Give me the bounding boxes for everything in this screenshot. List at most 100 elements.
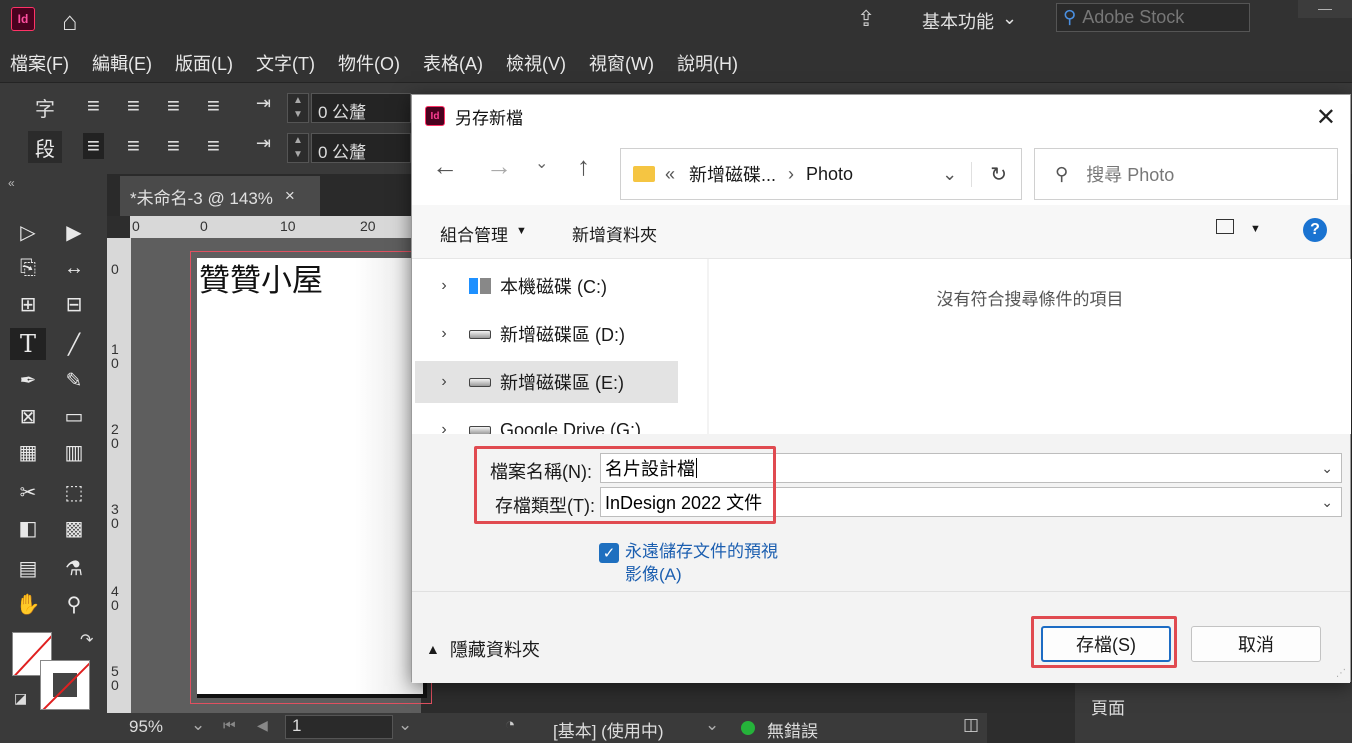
paragraph-mode-button[interactable]: 段 <box>28 131 62 163</box>
previous-page-icon[interactable]: ◀ <box>257 717 268 734</box>
workspace-switcher[interactable]: 基本功能 ⌄ <box>922 8 1017 34</box>
refresh-icon[interactable]: ↻ <box>971 161 1007 187</box>
new-folder-button[interactable]: 新增資料夾 <box>572 221 657 246</box>
filename-dropdown-icon[interactable]: ⌄ <box>1321 460 1333 477</box>
menu-help[interactable]: 說明(H) <box>667 50 751 76</box>
preflight-profile[interactable]: [基本] (使用中) <box>553 717 664 742</box>
address-current-folder[interactable]: Photo <box>806 164 853 185</box>
justify-center-icon[interactable]: ≡ <box>127 133 140 159</box>
view-options-icon[interactable] <box>1216 219 1234 234</box>
hide-folders-toggle[interactable]: ▲ 隱藏資料夾 <box>426 636 540 662</box>
expand-chevron-icon[interactable]: › <box>429 373 459 391</box>
preflight-dropdown-icon[interactable]: ⌄ <box>705 715 719 735</box>
forward-arrow-icon[interactable]: → <box>486 151 512 182</box>
align-right-icon[interactable]: ≡ <box>167 93 180 119</box>
tree-item-c-drive[interactable]: › 本機磁碟 (C:) <box>415 265 678 307</box>
line-tool-icon[interactable]: ╱ <box>56 328 92 360</box>
address-dropdown-icon[interactable]: ⌄ <box>942 164 957 185</box>
rectangle-frame-tool-icon[interactable]: ⊠ <box>10 400 46 432</box>
justify-left-icon[interactable]: ≡ <box>83 133 104 159</box>
home-icon[interactable]: ⌂ <box>62 6 78 37</box>
menu-file[interactable]: 檔案(F) <box>0 50 82 76</box>
back-arrow-icon[interactable]: ← <box>432 151 458 182</box>
justify-all-icon[interactable]: ≡ <box>207 133 220 159</box>
zoom-tool-icon[interactable]: ⚲ <box>56 588 92 620</box>
zoom-dropdown-icon[interactable]: ⌄ <box>191 715 205 735</box>
gap-tool-icon[interactable]: ↔ <box>56 252 92 284</box>
organize-menu[interactable]: 組合管理 ▼ <box>440 221 527 246</box>
preview-checkbox[interactable]: ✓ <box>599 543 619 563</box>
zoom-level[interactable]: 95% <box>129 717 163 737</box>
menu-object[interactable]: 物件(O) <box>328 50 413 76</box>
swap-fill-stroke-icon[interactable]: ↷ <box>80 630 93 650</box>
page-tool-icon[interactable]: ⎘ <box>10 252 46 284</box>
close-icon[interactable]: ✕ <box>1316 103 1336 132</box>
first-line-indent-field[interactable]: 0 公釐 <box>311 133 411 163</box>
address-bar[interactable]: « 新增磁碟... › Photo ⌄ ↻ <box>620 148 1022 200</box>
table-tool-icon[interactable]: ▦ <box>10 436 46 468</box>
align-towards-spine-icon[interactable]: ≡ <box>207 93 220 119</box>
align-left-icon[interactable]: ≡ <box>87 93 100 119</box>
align-center-icon[interactable]: ≡ <box>127 93 140 119</box>
tree-item-g-drive[interactable]: › Google Drive (G:) <box>415 409 678 434</box>
recent-locations-chevron-icon[interactable]: ⌄ <box>535 153 548 173</box>
left-indent-field[interactable]: 0 公釐 <box>311 93 411 123</box>
menu-table[interactable]: 表格(A) <box>413 50 496 76</box>
pencil-tool-icon[interactable]: ✎ <box>56 364 92 396</box>
adobe-stock-search[interactable]: ⚲ Adobe Stock <box>1056 3 1250 32</box>
free-transform-tool-icon[interactable]: ⬚ <box>56 476 92 508</box>
address-overflow[interactable]: « <box>665 164 675 185</box>
cancel-button[interactable]: 取消 <box>1191 626 1321 662</box>
file-list-pane[interactable]: 沒有符合搜尋條件的項目 <box>709 259 1351 434</box>
preview-checkbox-label[interactable]: 永遠儲存文件的預視 影像(A) <box>625 540 778 586</box>
rectangle-tool-icon[interactable]: ▭ <box>56 400 92 432</box>
menu-edit[interactable]: 編輯(E) <box>82 50 165 76</box>
address-separator-icon[interactable]: › <box>788 164 794 185</box>
character-mode-button[interactable]: 字 <box>30 93 60 123</box>
collapse-panel-icon[interactable]: « <box>8 176 15 190</box>
help-icon[interactable]: ? <box>1303 218 1327 242</box>
content-collector-icon[interactable]: ⊞ <box>10 288 46 320</box>
menu-type[interactable]: 文字(T) <box>246 50 328 76</box>
close-tab-icon[interactable]: × <box>285 186 295 206</box>
search-box[interactable]: ⚲ 搜尋 Photo <box>1034 148 1338 200</box>
menu-layout[interactable]: 版面(L) <box>165 50 246 76</box>
expand-chevron-icon[interactable]: › <box>429 325 459 343</box>
eyedropper-tool-icon[interactable]: ⚗ <box>56 552 92 584</box>
document-page[interactable] <box>197 258 427 698</box>
left-indent-stepper[interactable]: ▲ ▼ <box>287 93 309 123</box>
tree-item-d-drive[interactable]: › 新增磁碟區 (D:) <box>415 313 678 355</box>
pen-tool-icon[interactable]: ✒ <box>10 364 46 396</box>
expand-chevron-icon[interactable]: › <box>429 277 459 295</box>
direct-selection-tool-icon[interactable]: ▶ <box>56 216 92 248</box>
hand-tool-icon[interactable]: ✋ <box>10 588 46 620</box>
menu-view[interactable]: 檢視(V) <box>496 50 579 76</box>
minimize-icon[interactable]: — <box>1298 0 1352 18</box>
spread-icon[interactable]: ◔ <box>505 715 515 735</box>
scissors-tool-icon[interactable]: ✂ <box>10 476 46 508</box>
view-dropdown-caret-icon[interactable]: ▼ <box>1250 223 1261 235</box>
content-placer-icon[interactable]: ⊟ <box>56 288 92 320</box>
note-tool-icon[interactable]: ▤ <box>10 552 46 584</box>
share-icon[interactable]: ⇪ <box>857 6 875 32</box>
resize-grip-icon[interactable]: ⋰ <box>1336 668 1346 679</box>
stroke-swatch-icon[interactable] <box>40 660 90 710</box>
gradient-swatch-tool-icon[interactable]: ◧ <box>10 512 46 544</box>
grid-tool-icon[interactable]: ▥ <box>56 436 92 468</box>
justify-right-icon[interactable]: ≡ <box>167 133 180 159</box>
split-view-icon[interactable]: ◫ <box>963 715 979 735</box>
address-parent-folder[interactable]: 新增磁碟... <box>689 161 776 187</box>
selection-tool-icon[interactable]: ▷ <box>10 216 46 248</box>
pages-panel-label[interactable]: 頁面 <box>1091 694 1125 719</box>
up-arrow-icon[interactable]: ↑ <box>577 151 590 182</box>
page-number-field[interactable]: 1 <box>285 715 393 739</box>
gradient-feather-tool-icon[interactable]: ▩ <box>56 512 92 544</box>
first-line-indent-stepper[interactable]: ▲ ▼ <box>287 133 309 163</box>
page-text-frame[interactable]: 贊贊小屋 <box>199 255 323 300</box>
menu-window[interactable]: 視窗(W) <box>579 50 667 76</box>
tree-item-e-drive[interactable]: › 新增磁碟區 (E:) <box>415 361 678 403</box>
first-page-icon[interactable]: ⏮ <box>223 717 236 734</box>
expand-chevron-icon[interactable]: › <box>429 421 459 434</box>
type-tool-icon[interactable]: T <box>10 328 46 360</box>
default-fill-stroke-icon[interactable]: ◪ <box>14 690 27 707</box>
